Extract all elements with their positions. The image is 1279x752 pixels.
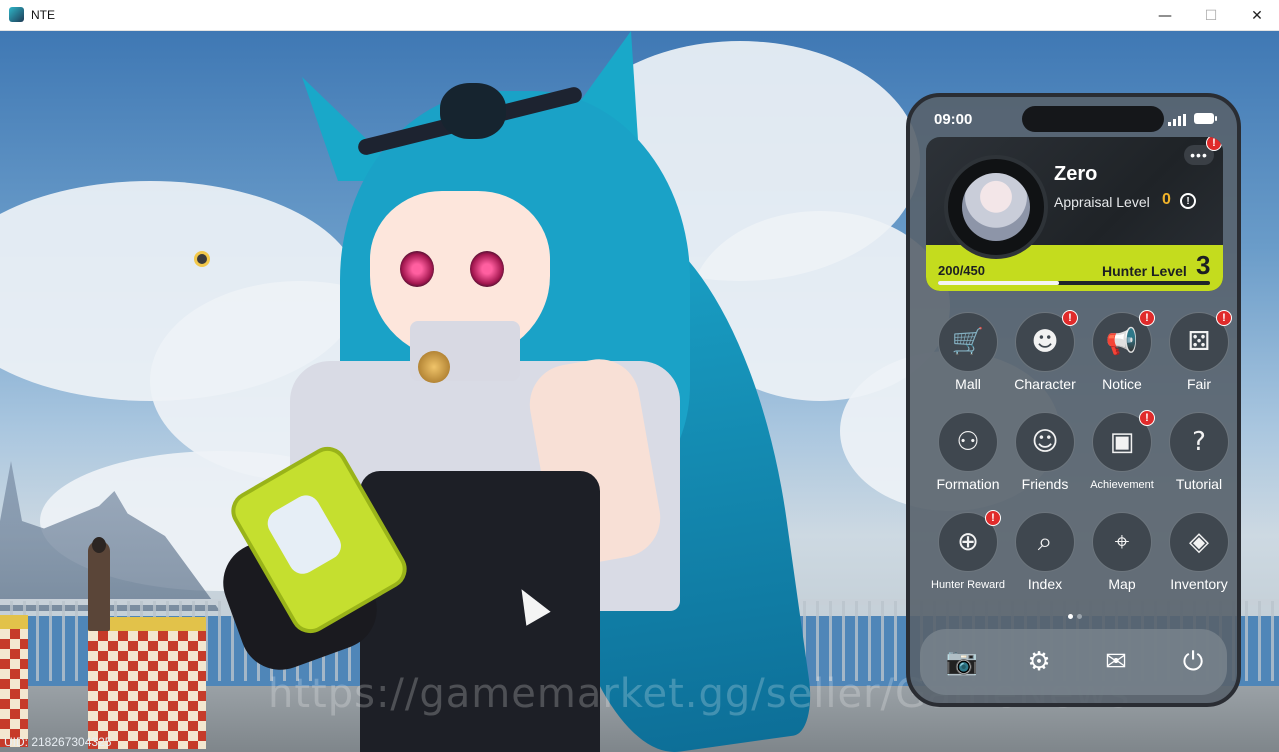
maximize-button[interactable]: ☐ [1188, 0, 1234, 31]
hunter-level-value: 3 [1196, 250, 1211, 280]
window-title: NTE [31, 8, 55, 22]
notification-badge: ! [1139, 410, 1155, 426]
appraisal-level-value: 0 [1162, 191, 1171, 208]
power-icon[interactable]: ⏻ [1173, 642, 1213, 682]
index-search-icon[interactable]: ⌕ [1015, 512, 1075, 572]
lightbulb-icon[interactable]: ? [1169, 412, 1229, 472]
phone-notch [1022, 106, 1164, 132]
profile-card[interactable]: Zero Appraisal Level 0 ! ••• ! 200/450 H… [926, 137, 1223, 291]
exp-counter: 200/450 [938, 263, 985, 278]
player-character [211, 31, 880, 752]
camera-icon[interactable]: 📷 [942, 642, 982, 682]
phone-clock: 09:00 [934, 111, 973, 128]
signal-icon [1168, 114, 1186, 126]
checkered-barrier [0, 615, 28, 747]
app-tutorial[interactable]: ? Tutorial [1160, 412, 1237, 502]
hunter-level-label: Hunter Level [1102, 263, 1187, 279]
mail-icon[interactable]: ✉ [1096, 642, 1136, 682]
window-title-bar: NTE — ☐ ✕ [0, 0, 1279, 31]
handheld-phone-screen [262, 490, 347, 579]
appraisal-level-label: Appraisal Level [1054, 194, 1150, 210]
cat-hair-accessory [440, 83, 506, 139]
checkered-barrier [88, 617, 206, 749]
npc-figure[interactable] [88, 541, 110, 631]
waypoint-marker-icon[interactable] [194, 251, 210, 267]
notification-badge: ! [985, 510, 1001, 526]
backpack-icon[interactable]: ◈ [1169, 512, 1229, 572]
notification-badge: ! [1062, 310, 1078, 326]
player-uid: UID: 218267304325 [4, 735, 112, 749]
page-indicator [1068, 614, 1082, 619]
minimize-button[interactable]: — [1142, 0, 1188, 31]
notification-badge: ! [1216, 310, 1232, 326]
notification-badge: ! [1139, 310, 1155, 326]
app-fair[interactable]: ⚄! Fair [1160, 310, 1237, 402]
notification-badge: ! [1206, 137, 1222, 151]
phone-dock: 📷 ⚙ ✉ ⏻ [920, 629, 1227, 695]
player-name: Zero [1054, 163, 1098, 185]
close-button[interactable]: ✕ [1234, 0, 1279, 31]
app-logo-icon [9, 7, 24, 22]
app-inventory[interactable]: ◈ Inventory [1160, 512, 1237, 602]
exp-progress-bar [938, 281, 1210, 285]
formation-icon[interactable]: ⚇ [938, 412, 998, 472]
app-label: Tutorial [1175, 476, 1223, 492]
battery-icon [1194, 113, 1217, 124]
exp-progress-fill [938, 281, 1059, 285]
character-eye [400, 251, 434, 287]
info-icon[interactable]: ! [1180, 193, 1196, 209]
app-label: Inventory [1170, 576, 1228, 592]
avatar [962, 173, 1030, 241]
phone-menu: 09:00 Zero Appraisal Level 0 ! ••• ! 200… [906, 93, 1241, 707]
avatar-frame[interactable] [944, 155, 1048, 259]
app-label: Fair [1186, 376, 1212, 392]
character-eye [470, 251, 504, 287]
settings-gear-icon[interactable]: ⚙ [1019, 642, 1059, 682]
cart-icon[interactable]: 🛒 [938, 312, 998, 372]
character-bell [418, 351, 450, 383]
npc-head [92, 537, 106, 553]
chat-bubble-icon[interactable]: ☺ [1015, 412, 1075, 472]
map-pin-icon[interactable]: ⌖ [1092, 512, 1152, 572]
